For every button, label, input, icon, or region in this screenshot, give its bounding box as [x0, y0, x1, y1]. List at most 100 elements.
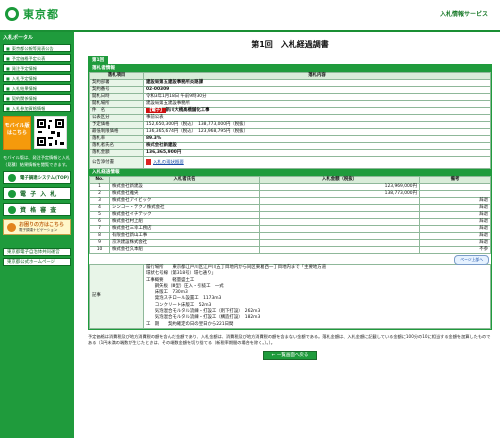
bullet-icon: ■ — [6, 45, 10, 51]
row-label: 公表区分 — [89, 114, 144, 122]
table-row: 最低制限価格 136,365,674円（税込） 123,968,795円（税抜） — [89, 128, 491, 136]
row-label: 開札場所 — [89, 100, 144, 108]
sidebar-item-bid-results[interactable]: ■ 入札結果情報 — [3, 84, 71, 92]
bid-no: 2 — [89, 190, 110, 198]
mobile-version-button[interactable]: モバイル版 はこちら — [3, 116, 31, 150]
bid-history-table: No. 入札者氏名 入札金額（税抜） 備考 1 株式会社新建設 123,969,00… — [89, 176, 491, 254]
mobile-label: モバイル版 — [4, 123, 30, 129]
sidebar-item-order-plan[interactable]: ■ 発注予定情報 — [3, 64, 71, 72]
bid-no: 3 — [89, 197, 110, 205]
table-row: 件 名【電子】新川大橋高橋舗化工事 — [89, 107, 491, 115]
sidebar-item-label: 契約関係情報 — [11, 95, 37, 101]
sidebar-item-price-disclosure[interactable]: ■ 予定価格予定公表 — [3, 54, 71, 62]
row-label: 予定価格 — [89, 121, 144, 129]
sidebar-item-qualification[interactable]: ■ 入札参加資格情報 — [3, 104, 71, 112]
table-row: 落札者氏名 株式会社新建設 — [89, 142, 491, 150]
row-value: 株式会社新建設 — [143, 142, 491, 150]
tokyo-logo[interactable]: 東京都 — [5, 6, 59, 22]
row-label: 公告添付書 — [89, 156, 144, 169]
table-row: 公表区分 事前公表 — [89, 114, 491, 122]
row-label: 開札日時 — [89, 93, 144, 101]
table-row: 落札金額 136,365,900円 — [89, 149, 491, 157]
sidebar-item-contracts[interactable]: ■ 契約関係情報 — [3, 94, 71, 102]
table-row: 2 株式会社雅央 138,773,000円 — [89, 190, 491, 198]
row-label: 落札率 — [89, 135, 144, 143]
table-row: 3 株式会社アイビック 辞退 — [89, 197, 491, 205]
table-row: 10 株式会社久本組 不参 — [89, 246, 491, 254]
row-value: 建設局第五建設事務所炎路課 — [143, 79, 491, 87]
table-row: 9 京浜建設株式会社 辞退 — [89, 239, 491, 247]
table-row: 契約番号 02-00309 — [89, 86, 491, 94]
bullet-icon: ■ — [6, 95, 10, 101]
winner-info-table: 落札項目 落札内容 契約部署 建設局第五建設事務所炎路課 契約番号 02-00309… — [89, 72, 491, 169]
bid-no: 5 — [89, 211, 110, 219]
table-row: 7 株式会社三幸工務店 辞退 — [89, 225, 491, 233]
column-header: 落札内容 — [143, 72, 491, 80]
related-link-tokyo-official[interactable]: 東京都公式ホームページ — [3, 258, 71, 266]
row-value: 入札の現状概要 — [143, 156, 491, 169]
button-label: 資 格 審 査 — [20, 207, 58, 214]
row-value: 【電子】新川大橋高橋舗化工事 — [143, 107, 491, 115]
back-to-list-button[interactable]: ← 一覧画面へ戻る — [263, 350, 317, 360]
sidebar-item-label: 東京都公報等発表公告 — [11, 45, 54, 51]
row-value: 136,365,674円（税込） 123,968,795円（税抜） — [143, 128, 491, 136]
bid-note — [419, 183, 491, 191]
row-value: 152,650,300円（税込） 138,773,000円（税抜） — [143, 121, 491, 129]
bid-amount — [259, 232, 420, 240]
bidder-name: 株式会社イチテック — [109, 211, 260, 219]
sidebar-item-gazette[interactable]: ■ 東京都公報等発表公告 — [3, 44, 71, 52]
page-top-button[interactable]: ページ上部へ — [454, 255, 489, 265]
table-row: 契約部署 建設局第五建設事務所炎路課 — [89, 79, 491, 87]
qr-code-icon — [34, 116, 67, 149]
tab-round-1[interactable]: 第1回 — [88, 56, 109, 64]
bid-amount — [259, 218, 420, 226]
qualification-review-button[interactable]: 資 格 審 査 — [3, 203, 71, 216]
procurement-icon — [8, 173, 16, 182]
table-row: 5 株式会社イチテック 辞退 — [89, 211, 491, 219]
mobile-label-sub: はこちら — [6, 130, 27, 136]
footnote: 予定価格は消費税及び地方消費税の額を含んだ金額であり、入札金額は、消費税及び地方… — [88, 333, 491, 345]
column-header: 落札項目 — [89, 72, 144, 80]
sidebar-item-bid-plan[interactable]: ■ 入札予定情報 — [3, 74, 71, 82]
table-row: 予定価格 152,650,300円（税込） 138,773,000円（税抜） — [89, 121, 491, 129]
winner-info-heading: 落札者情報 — [89, 65, 491, 72]
e-procurement-top-button[interactable]: 電子調達システム(TOP) — [3, 171, 71, 184]
bullet-icon: ■ — [6, 75, 10, 81]
sidebar-item-label: 入札結果情報 — [11, 85, 37, 91]
bid-note — [419, 190, 491, 198]
memo-content: 履行場所 東京都江戸川区江戸川五丁目地内から同区東葛西一丁目地内まで「主要地方道… — [143, 264, 491, 329]
bid-note: 辞退 — [419, 211, 491, 219]
column-header: No. — [89, 176, 110, 184]
electronic-tag: 【電子】 — [146, 108, 166, 113]
row-value: 136,365,900円 — [143, 149, 491, 157]
help-title: お困りの方はこちら — [19, 222, 65, 228]
bid-no: 6 — [89, 218, 110, 226]
row-label: 落札者氏名 — [89, 142, 144, 150]
row-value: 02-00309 — [143, 86, 491, 94]
row-value: 令和3年1月18日 午前9時30分 — [143, 93, 491, 101]
bid-amount — [259, 204, 420, 212]
bidder-name: 株式会社村上組 — [109, 218, 260, 226]
help-button[interactable]: お困りの方はこちら 電子調達ナビゲーション — [3, 219, 71, 235]
column-header: 備考 — [419, 176, 491, 184]
column-header: 入札者氏名 — [109, 176, 260, 184]
pdf-link[interactable]: 入札の現状概要 — [153, 160, 184, 165]
bidder-name: 株式会社雅央 — [109, 190, 260, 198]
row-label: 契約部署 — [89, 79, 144, 87]
related-link-e-government[interactable]: 東京都電子自治体共同運営 — [3, 248, 71, 256]
memo-line: 工 期 契約確定の日の翌日から221日間 — [146, 321, 234, 327]
bid-amount — [259, 246, 420, 254]
mobile-note: モバイル版は、発注予定情報と入札（見積）結果情報を閲覧できます。 — [3, 155, 71, 167]
help-person-icon — [7, 222, 16, 232]
e-bidding-button[interactable]: 電 子 入 札 — [3, 187, 71, 200]
sidebar: 入札ポータル ■ 東京都公報等発表公告 ■ 予定価格予定公表 ■ 発注予定情報 ■ 入札… — [0, 32, 74, 438]
pdf-icon — [146, 158, 151, 165]
row-value: 事前公表 — [143, 114, 491, 122]
bid-note: 辞退 — [419, 218, 491, 226]
table-row: 1 株式会社新建設 123,969,000円 — [89, 183, 491, 191]
bullet-icon: ■ — [6, 105, 10, 111]
page-title: 第1回 入札経過調書 — [251, 40, 329, 49]
mobile-section: モバイル版 はこちら — [3, 116, 71, 152]
sidebar-item-label: 予定価格予定公表 — [11, 55, 46, 61]
sidebar-heading: 入札ポータル — [3, 35, 34, 41]
